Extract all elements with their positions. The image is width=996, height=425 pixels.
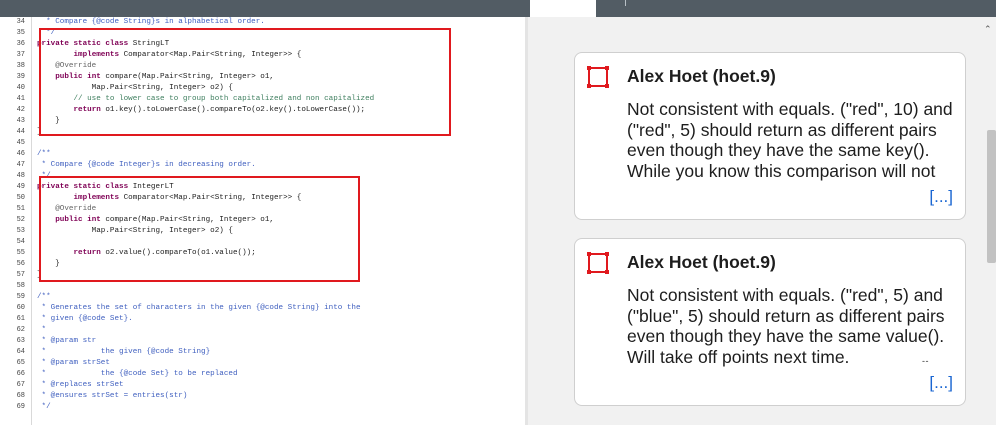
- line-number: 36: [16, 40, 25, 48]
- line-number: 60: [16, 304, 25, 312]
- code-text: */: [37, 403, 51, 411]
- line-number: 68: [16, 392, 25, 400]
- highlight-box-integerlt[interactable]: [39, 176, 360, 282]
- line-number: 48: [16, 172, 25, 180]
- comment-select-checkbox[interactable]: [587, 252, 608, 273]
- line-number: 55: [16, 249, 25, 257]
- line-number: 61: [16, 315, 25, 323]
- line-number: 69: [16, 403, 25, 411]
- line-number: 45: [16, 139, 25, 147]
- code-text: * @param str: [37, 337, 97, 345]
- code-line: 63 * @param str: [0, 336, 525, 347]
- comment-body: Not consistent with equals. ("red", 5) a…: [627, 285, 945, 367]
- line-number: 41: [16, 95, 25, 103]
- code-line: 47 * Compare {@code Integer}s in decreas…: [0, 160, 525, 171]
- line-number: 39: [16, 73, 25, 81]
- line-number: 62: [16, 326, 25, 334]
- line-number: 46: [16, 150, 25, 158]
- comment-author: Alex Hoet (hoet.9): [627, 66, 776, 86]
- code-line: 65 * @param strSet: [0, 358, 525, 369]
- code-text: * the given {@code String}: [37, 348, 211, 356]
- comment-body: Not consistent with equals. ("red", 10) …: [627, 99, 953, 181]
- code-line: 34 * Compare {@code String}s in alphabet…: [0, 17, 525, 28]
- line-number: 44: [16, 128, 25, 136]
- code-text: /**: [37, 293, 51, 301]
- code-editor[interactable]: 34 * Compare {@code String}s in alphabet…: [0, 17, 525, 425]
- code-line: 69 */: [0, 402, 525, 413]
- code-text: * Compare {@code String}s in alphabetica…: [37, 18, 265, 26]
- line-number: 67: [16, 381, 25, 389]
- line-number: 35: [16, 29, 25, 37]
- line-number: 65: [16, 359, 25, 367]
- code-text: /**: [37, 150, 51, 158]
- line-number: 59: [16, 293, 25, 301]
- code-line: 45: [0, 138, 525, 149]
- code-text: * the {@code Set} to be replaced: [37, 370, 238, 378]
- line-number: 52: [16, 216, 25, 224]
- code-line: 64 * the given {@code String}: [0, 347, 525, 358]
- line-number: 49: [16, 183, 25, 191]
- code-text: * @ensures strSet = entries(str): [37, 392, 188, 400]
- code-line: 58: [0, 281, 525, 292]
- line-number: 34: [16, 18, 25, 26]
- code-line: 67 * @replaces strSet: [0, 380, 525, 391]
- collapse-icon: - -: [922, 356, 928, 366]
- code-text: * @param strSet: [37, 359, 110, 367]
- comment-select-checkbox[interactable]: [587, 66, 608, 87]
- line-number: 53: [16, 227, 25, 235]
- code-line: 66 * the {@code Set} to be replaced: [0, 369, 525, 380]
- line-number: 63: [16, 337, 25, 345]
- code-line: 68 * @ensures strSet = entries(str): [0, 391, 525, 402]
- toolbar-divider: [625, 0, 626, 6]
- line-number: 38: [16, 62, 25, 70]
- code-line: 60 * Generates the set of characters in …: [0, 303, 525, 314]
- line-number: 37: [16, 51, 25, 59]
- line-number: 58: [16, 282, 25, 290]
- comment-card[interactable]: Alex Hoet (hoet.9) Not consistent with e…: [574, 52, 966, 220]
- toolbar-tab[interactable]: [530, 0, 596, 17]
- highlight-box-stringlt[interactable]: [39, 28, 451, 136]
- code-text: * Generates the set of characters in the…: [37, 304, 361, 312]
- line-number: 50: [16, 194, 25, 202]
- code-text: *: [37, 326, 47, 334]
- comment-card[interactable]: Alex Hoet (hoet.9) Not consistent with e…: [574, 238, 966, 406]
- expand-comment-link[interactable]: [...]: [929, 373, 953, 393]
- code-line: 62 *: [0, 325, 525, 336]
- scroll-up-icon[interactable]: ⌃: [984, 24, 992, 35]
- code-text: * Compare {@code Integer}s in decreasing…: [37, 161, 256, 169]
- code-line: 61 * given {@code Set}.: [0, 314, 525, 325]
- line-number: 40: [16, 84, 25, 92]
- line-number: 66: [16, 370, 25, 378]
- scrollbar-thumb[interactable]: [987, 130, 996, 263]
- line-number: 51: [16, 205, 25, 213]
- code-text: * @replaces strSet: [37, 381, 124, 389]
- line-number: 54: [16, 238, 25, 246]
- line-number: 42: [16, 106, 25, 114]
- comment-author: Alex Hoet (hoet.9): [627, 252, 776, 272]
- line-number: 56: [16, 260, 25, 268]
- line-number: 57: [16, 271, 25, 279]
- expand-comment-link[interactable]: [...]: [929, 187, 953, 207]
- code-line: 46 /**: [0, 149, 525, 160]
- code-text: * given {@code Set}.: [37, 315, 133, 323]
- code-line: 59 /**: [0, 292, 525, 303]
- line-number: 64: [16, 348, 25, 356]
- line-number: 43: [16, 117, 25, 125]
- line-number: 47: [16, 161, 25, 169]
- top-toolbar: [0, 0, 996, 17]
